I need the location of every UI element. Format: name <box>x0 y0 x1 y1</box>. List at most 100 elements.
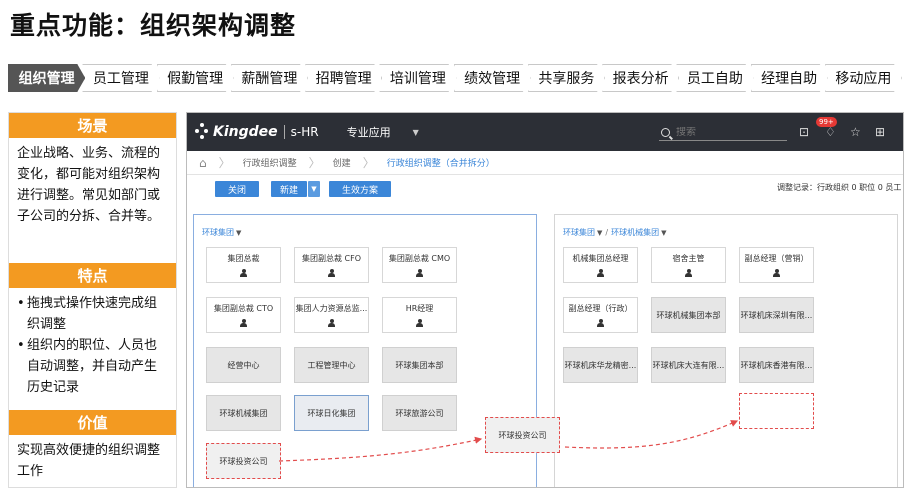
target-org-title[interactable]: 环球集团 ▼ / 环球机械集团 ▼ <box>563 227 666 238</box>
node-label: 集团人力资源总监... <box>295 304 368 313</box>
chevron-down-icon[interactable]: ▼ <box>413 128 419 137</box>
target-org-panel[interactable]: 环球集团 ▼ / 环球机械集团 ▼ 机械集团总经理 宿舍主管 副总经理（营销） 副总经理… <box>554 214 898 487</box>
kingdee-logo-icon <box>195 123 209 141</box>
node-label: 集团总裁 <box>227 254 260 263</box>
feature-item: 拖拽式操作快速完成组织调整 <box>17 293 168 335</box>
node-label: 副总经理（营销） <box>744 254 809 263</box>
brand-name: Kingdee <box>213 124 278 140</box>
product-name: s-HR <box>290 125 319 139</box>
moving-dept-source[interactable]: 环球投资公司 <box>206 443 281 479</box>
dept-node[interactable]: 环球机械集团 <box>206 395 281 431</box>
node-label: 集团副总裁 CMO <box>388 254 451 263</box>
message-icon[interactable]: ⊡ <box>799 125 809 139</box>
search-icon[interactable] <box>661 128 670 137</box>
drop-target-slot[interactable] <box>739 393 814 429</box>
module-nav: 组织管理 员工管理 假勤管理 薪酬管理 招聘管理 培训管理 绩效管理 共享服务 … <box>8 64 902 92</box>
dept-node[interactable]: 环球机械集团本部 <box>651 297 726 333</box>
chevron-down-icon: ▼ <box>236 229 242 237</box>
chevron-right-icon: 〉 <box>218 156 231 170</box>
features-heading: 特点 <box>9 263 176 288</box>
app-menu[interactable]: 专业应用 <box>347 124 391 140</box>
nav-tab-performance[interactable]: 绩效管理 <box>454 64 531 92</box>
chevron-right-icon: 〉 <box>362 156 375 170</box>
star-icon[interactable]: ☆ <box>850 125 861 139</box>
breadcrumb-label: 行政组织调整 <box>242 159 297 169</box>
nav-tab-mobile[interactable]: 移动应用 <box>825 64 902 92</box>
node-label: 集团副总裁 CFO <box>301 254 362 263</box>
nav-tab-attendance[interactable]: 假勤管理 <box>157 64 234 92</box>
nav-tab-training[interactable]: 培训管理 <box>379 64 456 92</box>
nav-tab-self-service[interactable]: 员工自助 <box>676 64 753 92</box>
nav-tab-payroll[interactable]: 薪酬管理 <box>231 64 308 92</box>
new-dropdown-button[interactable]: ▼ <box>308 181 320 197</box>
dept-node[interactable]: 环球机床香港有限... <box>739 347 814 383</box>
node-label: 副总经理（行政） <box>568 304 633 313</box>
position-node[interactable]: 宿舍主管 <box>651 247 726 283</box>
slide-title: 重点功能：组织架构调整 <box>10 11 297 40</box>
person-icon <box>328 319 335 327</box>
person-icon <box>240 319 247 327</box>
position-node[interactable]: HR经理 <box>382 297 457 333</box>
new-button[interactable]: 新建 <box>271 181 307 197</box>
breadcrumb: ⌂ 〉 行政组织调整 〉 创建 〉 行政组织调整（合并拆分） <box>187 151 903 175</box>
dept-node[interactable]: 经营中心 <box>206 347 281 383</box>
position-node[interactable]: 集团副总裁 CMO <box>382 247 457 283</box>
dept-node[interactable]: 环球机床深圳有限... <box>739 297 814 333</box>
position-node[interactable]: 机械集团总经理 <box>563 247 638 283</box>
nav-tab-shared[interactable]: 共享服务 <box>528 64 605 92</box>
dragging-dept-node[interactable]: 环球投资公司 <box>485 417 560 453</box>
dept-node-selected[interactable]: 环球日化集团 <box>294 395 369 431</box>
shr-app-window: Kingdee s-HR 专业应用 ▼ ⊡ 99+ ♢ ☆ ⊞ ⌂ 〉 行政组织… <box>186 112 904 488</box>
position-node[interactable]: 副总经理（营销） <box>739 247 814 283</box>
node-label: 集团副总裁 CTO <box>213 304 274 313</box>
position-node[interactable]: 集团人力资源总监... <box>294 297 369 333</box>
adjust-record: 调整记录：行政组织 0 职位 0 员工 0 <box>777 183 904 192</box>
path-separator: / <box>605 228 609 237</box>
person-icon <box>416 269 423 277</box>
chevron-down-icon: ▼ <box>661 229 667 237</box>
nav-tab-org[interactable]: 组织管理 <box>8 64 85 92</box>
node-label: 机械集团总经理 <box>572 254 629 263</box>
apply-plan-button[interactable]: 生效方案 <box>329 181 391 197</box>
close-button[interactable]: 关闭 <box>215 181 259 197</box>
search-input[interactable] <box>676 127 776 138</box>
position-node[interactable]: 副总经理（行政） <box>563 297 638 333</box>
breadcrumb-label: 行政组织调整（合并拆分） <box>386 159 495 169</box>
toolbar: 关闭 新建 ▼ 生效方案 调整记录：行政组织 0 职位 0 员工 0 <box>187 175 903 203</box>
person-icon <box>416 319 423 327</box>
value-heading: 价值 <box>9 410 176 435</box>
bell-icon[interactable]: ♢ <box>825 125 836 139</box>
node-label: 宿舍主管 <box>672 254 705 263</box>
nav-tab-manager[interactable]: 经理自助 <box>751 64 828 92</box>
person-icon <box>597 269 604 277</box>
chevron-down-icon: ▼ <box>597 229 603 237</box>
breadcrumb-label: 创建 <box>332 159 351 169</box>
nav-tab-reports[interactable]: 报表分析 <box>602 64 679 92</box>
dept-node[interactable]: 环球机床华龙精密... <box>563 347 638 383</box>
home-icon[interactable]: ⌂ <box>199 156 207 170</box>
dept-node[interactable]: 环球集团本部 <box>382 347 457 383</box>
nav-tab-employee[interactable]: 员工管理 <box>82 64 159 92</box>
chevron-down-icon: ▼ <box>311 185 317 193</box>
position-node[interactable]: 集团副总裁 CFO <box>294 247 369 283</box>
logo-divider <box>283 125 285 139</box>
breadcrumb-current: 行政组织调整（合并拆分） <box>387 156 495 169</box>
search-box[interactable] <box>659 125 787 141</box>
sub-org-name: 环球机械集团 <box>611 228 660 237</box>
breadcrumb-item[interactable]: 创建 <box>333 156 351 169</box>
position-node[interactable]: 集团总裁 <box>206 247 281 283</box>
dept-node[interactable]: 环球旅游公司 <box>382 395 457 431</box>
breadcrumb-item[interactable]: 行政组织调整 <box>243 156 297 169</box>
value-body: 实现高效便捷的组织调整工作 <box>17 443 161 479</box>
dept-node[interactable]: 环球机床大连有限... <box>651 347 726 383</box>
person-icon <box>773 269 780 277</box>
person-icon <box>685 269 692 277</box>
source-org-title[interactable]: 环球集团 ▼ <box>202 227 241 238</box>
grid-icon[interactable]: ⊞ <box>875 125 885 139</box>
nav-tab-recruit[interactable]: 招聘管理 <box>305 64 382 92</box>
person-icon <box>240 269 247 277</box>
info-panel: 场景 企业战略、业务、流程的变化，都可能对组织架构进行调整。常见如部门或子公司的… <box>8 112 177 488</box>
position-node[interactable]: 集团副总裁 CTO <box>206 297 281 333</box>
chevron-right-icon: 〉 <box>308 156 321 170</box>
dept-node[interactable]: 工程管理中心 <box>294 347 369 383</box>
